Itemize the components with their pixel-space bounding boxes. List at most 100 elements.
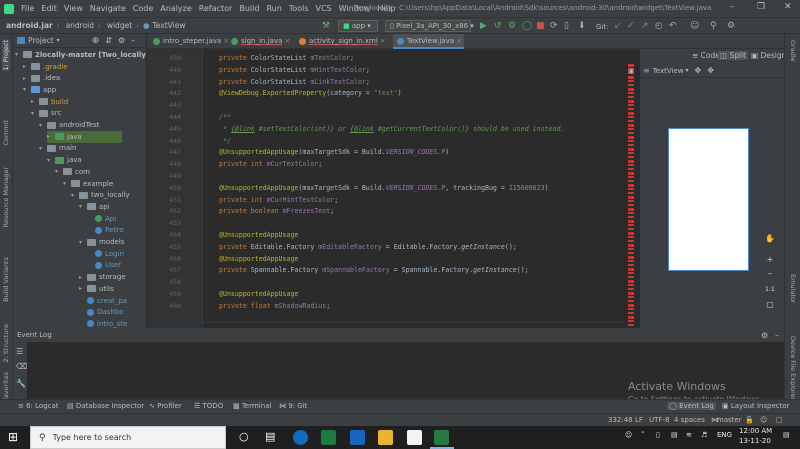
chevron-right-icon[interactable]: ▸ [31, 98, 39, 105]
run-icon[interactable]: ▶ [480, 20, 487, 32]
error-marker[interactable] [628, 276, 634, 278]
error-marker[interactable] [628, 256, 634, 259]
gear-icon[interactable]: ⚙ [118, 36, 125, 45]
palette-icon[interactable]: ≡ [643, 66, 650, 75]
move-icon[interactable]: ✥ [695, 66, 702, 75]
git-update-icon[interactable]: ↙ [614, 20, 622, 32]
tree-item[interactable]: ▾ java [47, 154, 82, 166]
design-view-button[interactable]: ▣ Design [751, 51, 786, 60]
tree-item[interactable]: ▾ models [79, 236, 124, 248]
tree-item[interactable]: ▾2locally-master [Two_locally]PUS [15, 49, 146, 61]
wrench-icon[interactable]: 🔧 [16, 379, 26, 388]
chevron-right-icon[interactable]: ▸ [79, 274, 87, 281]
resource-manager-tool-tab[interactable]: Resource Manager [2, 167, 10, 227]
error-marker[interactable] [628, 160, 634, 163]
apply-changes-icon[interactable]: ↺ [494, 20, 502, 32]
tree-item[interactable]: ▾ api [79, 201, 110, 213]
volume-icon[interactable]: ♬ [701, 431, 707, 439]
error-marker[interactable] [628, 148, 634, 151]
tree-item[interactable]: ▾ androidTest [39, 119, 99, 131]
lock-icon[interactable]: 🔓 [745, 416, 754, 424]
error-marker[interactable] [628, 244, 634, 247]
notepad-icon[interactable] [407, 430, 422, 445]
hide-panel-icon[interactable]: – [131, 36, 135, 45]
error-marker[interactable] [628, 96, 634, 98]
chevron-right-icon[interactable]: ▸ [79, 285, 87, 292]
breadcrumb-class[interactable]: TextView [153, 21, 186, 30]
error-marker[interactable] [628, 100, 634, 103]
error-marker[interactable] [628, 132, 634, 134]
git-push-icon[interactable]: ↗ [641, 20, 649, 32]
error-marker[interactable] [628, 320, 634, 322]
chevron-right-icon[interactable]: ▸ [47, 133, 55, 140]
error-marker[interactable] [628, 260, 634, 262]
chevron-down-icon[interactable]: ▾ [685, 67, 688, 74]
hammer-icon[interactable]: ⚒ [322, 20, 330, 32]
error-marker[interactable] [628, 236, 634, 238]
error-marker[interactable] [628, 108, 634, 110]
menu-run[interactable]: Run [266, 4, 281, 13]
device-select[interactable]: ▯ Pixel_3a_API_30_x86 ▾ [385, 20, 474, 32]
file-encoding[interactable]: UTF-8 [649, 416, 669, 424]
menu-tools[interactable]: Tools [289, 4, 309, 13]
error-marker[interactable] [628, 220, 634, 223]
menu-refactor[interactable]: Refactor [199, 4, 233, 13]
windows-start-icon[interactable]: ⊞ [8, 430, 18, 444]
error-stripe[interactable] [626, 64, 636, 328]
error-marker[interactable] [628, 188, 634, 190]
tree-item[interactable]: ▾ com [55, 166, 90, 178]
error-marker[interactable] [628, 316, 634, 319]
git-tool-button[interactable]: ⋈ 9: Git [279, 402, 307, 410]
menu-file[interactable]: File [21, 4, 34, 13]
code-editor[interactable]: private ColorStateList mTextColor; privat… [203, 49, 623, 328]
menu-code[interactable]: Code [133, 4, 153, 13]
emulator-tool-tab[interactable]: Emulator [789, 274, 797, 304]
sdk-manager-icon[interactable]: ⬇ [578, 20, 586, 32]
error-marker[interactable] [628, 232, 634, 235]
split-view-button[interactable]: ◫ Split [718, 51, 749, 60]
error-marker[interactable] [628, 308, 634, 310]
error-marker[interactable] [628, 192, 634, 194]
error-marker[interactable] [628, 184, 634, 187]
error-marker[interactable] [628, 212, 634, 214]
store-icon[interactable] [321, 430, 336, 445]
error-marker[interactable] [628, 268, 634, 271]
chevron-down-icon[interactable]: ▾ [39, 122, 47, 129]
device-preview-screen[interactable] [668, 128, 749, 271]
project-view-select[interactable]: Project [28, 36, 54, 45]
user-icon[interactable]: ☺ [690, 20, 699, 32]
close-icon[interactable]: ✕ [784, 2, 792, 12]
stop-icon[interactable]: ■ [536, 20, 545, 32]
tree-item[interactable]: Dashbo [79, 306, 124, 318]
error-marker[interactable] [628, 208, 634, 211]
error-marker[interactable] [628, 172, 634, 175]
error-marker[interactable] [628, 300, 634, 302]
chevron-down-icon[interactable]: ▾ [63, 180, 71, 187]
tree-item[interactable]: Api [87, 213, 116, 225]
battery-icon[interactable]: ▯ [656, 431, 660, 439]
tree-item[interactable]: ▸ storage [79, 271, 126, 283]
error-marker[interactable] [628, 88, 634, 91]
tree-item[interactable]: ▸ utils [79, 283, 114, 295]
chevron-down-icon[interactable]: ▾ [23, 86, 31, 93]
zoom-in-icon[interactable]: + [763, 253, 777, 267]
menu-analyze[interactable]: Analyze [160, 4, 192, 13]
error-marker[interactable] [628, 144, 634, 146]
menu-view[interactable]: View [64, 4, 83, 13]
error-marker[interactable] [628, 240, 634, 242]
error-marker[interactable] [628, 168, 634, 170]
tree-item[interactable]: ▾ example [63, 178, 113, 190]
tab-sign-in-java[interactable]: sign_in.java × [227, 34, 292, 49]
cortana-icon[interactable]: ○ [239, 430, 249, 443]
tree-item[interactable]: ▾ two_locally [71, 189, 130, 201]
error-marker[interactable] [628, 204, 634, 206]
error-marker[interactable] [628, 76, 634, 79]
error-marker[interactable] [628, 156, 634, 158]
error-marker[interactable] [628, 252, 634, 254]
tree-item[interactable]: ▸ java [47, 130, 122, 143]
error-marker[interactable] [628, 296, 634, 298]
run-config-select[interactable]: ■ app ▾ [338, 20, 378, 32]
chevron-down-icon[interactable]: ▾ [71, 192, 79, 199]
trash-icon[interactable]: ⌫ [16, 362, 27, 371]
chevron-right-icon[interactable]: ▸ [23, 63, 31, 70]
